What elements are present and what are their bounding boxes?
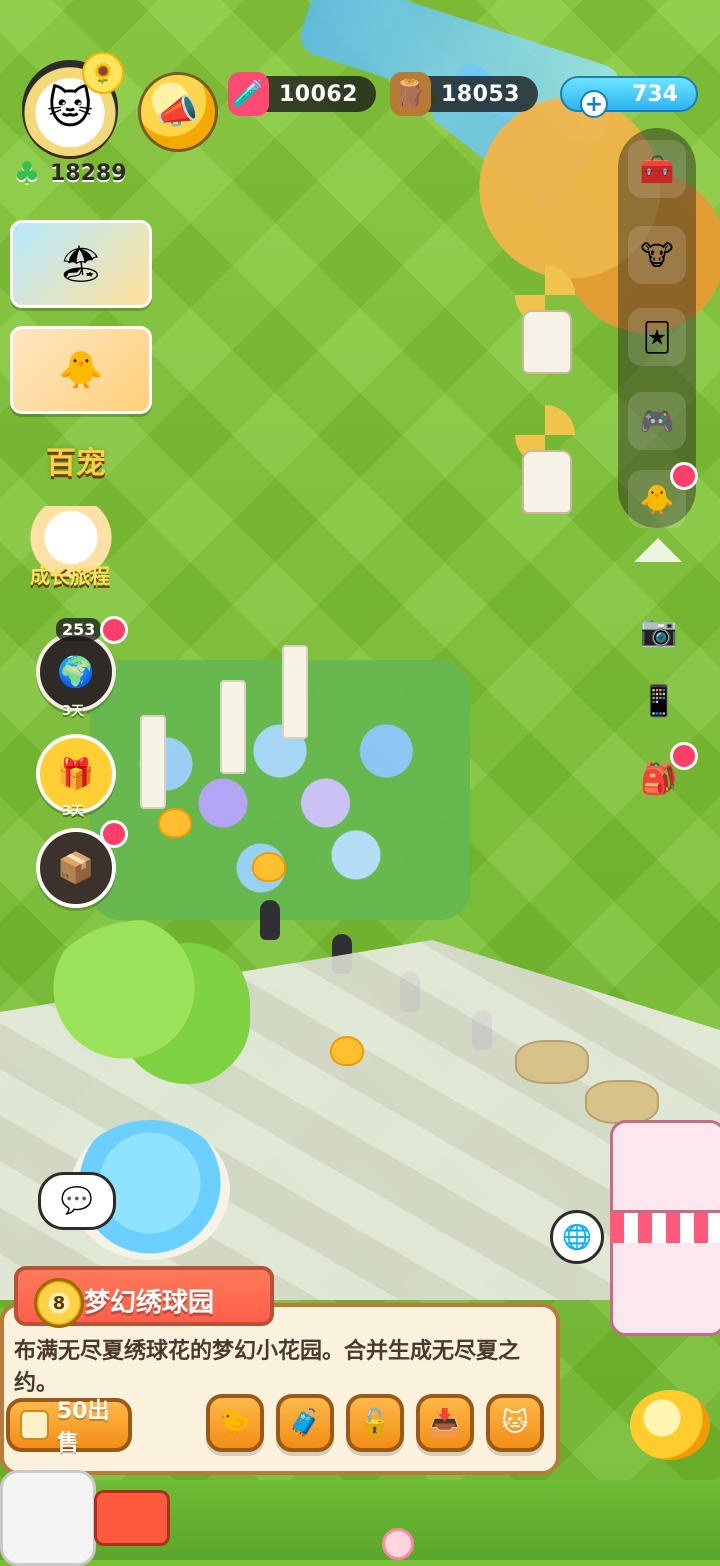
cat-button[interactable]: 🐱	[486, 1394, 544, 1452]
notification-dot	[100, 616, 128, 644]
garden-pillar	[282, 645, 308, 739]
event-banner[interactable]: 🏖	[10, 220, 152, 308]
collect-button[interactable]: 📥	[416, 1394, 474, 1452]
chick-companion[interactable]	[630, 1390, 710, 1460]
notification-dot	[670, 742, 698, 770]
timer-count-badge: 253	[56, 618, 102, 641]
willow-tree[interactable]	[40, 920, 250, 1090]
unlock-button[interactable]: 🔓	[346, 1394, 404, 1452]
wood-resource: 🪵 18053	[390, 72, 538, 116]
windmill[interactable]	[500, 405, 590, 515]
shop-chest-icon[interactable]: 🧰	[628, 140, 686, 198]
days-left-label: 3天	[62, 804, 85, 819]
kiosk[interactable]	[0, 1470, 96, 1566]
coin-stack-icon	[20, 1410, 49, 1440]
sell-button[interactable]: 50出售	[6, 1398, 132, 1456]
globe-icon[interactable]: 🌐	[550, 1210, 604, 1264]
windmill-base	[522, 450, 572, 514]
wood-log-icon: 🪵	[390, 72, 431, 116]
cards-icon[interactable]: 🃏	[628, 308, 686, 366]
days-left-label: 3天	[62, 704, 85, 719]
notification-dot	[100, 820, 128, 848]
remote-icon[interactable]: 🎮	[628, 392, 686, 450]
chick-action-button[interactable]: 🐤	[206, 1394, 264, 1452]
sunflower-badge-icon: 🌻	[82, 52, 124, 94]
rock[interactable]	[585, 1080, 659, 1124]
item-title: 梦幻绣球园	[84, 1288, 215, 1318]
rock[interactable]	[515, 1040, 589, 1084]
phone-swap-icon[interactable]: 📱	[628, 670, 690, 732]
potion-jar-icon: 🧪	[228, 72, 269, 116]
notification-dot	[670, 462, 698, 490]
clover-icon: ♣	[13, 155, 41, 191]
item-level: 8	[52, 1292, 66, 1314]
shop-awning	[610, 1210, 720, 1243]
windmill-base	[522, 310, 572, 374]
add-gems-button[interactable]: +	[580, 90, 608, 118]
potion-count: 10062	[278, 81, 358, 107]
collapse-arrow-icon[interactable]	[634, 538, 682, 562]
cow-friends-icon[interactable]: 🐮	[628, 226, 686, 284]
decor-post	[260, 900, 280, 940]
level-medal: 8	[34, 1278, 84, 1328]
red-crate[interactable]	[94, 1490, 170, 1546]
storage-button[interactable]: 🧳	[276, 1394, 334, 1452]
clover-counter: ♣ 18289	[10, 155, 127, 191]
horn-icon[interactable]: 📣	[138, 72, 218, 152]
clover-count: 18289	[50, 160, 127, 186]
potion-resource: 🧪 10062	[228, 72, 376, 116]
gem-count: 734	[632, 81, 678, 107]
chat-icon[interactable]: 💬	[38, 1172, 116, 1230]
garden-pillar	[140, 715, 166, 809]
chick-character[interactable]	[330, 1036, 364, 1066]
event-banner[interactable]: 🐥	[10, 326, 152, 414]
chick-character[interactable]	[252, 852, 286, 882]
sell-label: 50出售	[56, 1399, 110, 1456]
garden-pillar	[220, 680, 246, 774]
event-label[interactable]: 百宠	[26, 438, 126, 482]
growth-journey-label[interactable]: 成长旅程	[20, 560, 120, 589]
camera-icon[interactable]: 📷	[628, 600, 690, 662]
chick-character[interactable]	[158, 808, 192, 838]
wood-count: 18053	[440, 81, 520, 107]
windmill[interactable]	[500, 265, 590, 375]
item-description: 布满无尽夏绣球花的梦幻小花园。合并生成无尽夏之约。	[14, 1339, 521, 1396]
lollipop[interactable]	[382, 1528, 414, 1560]
